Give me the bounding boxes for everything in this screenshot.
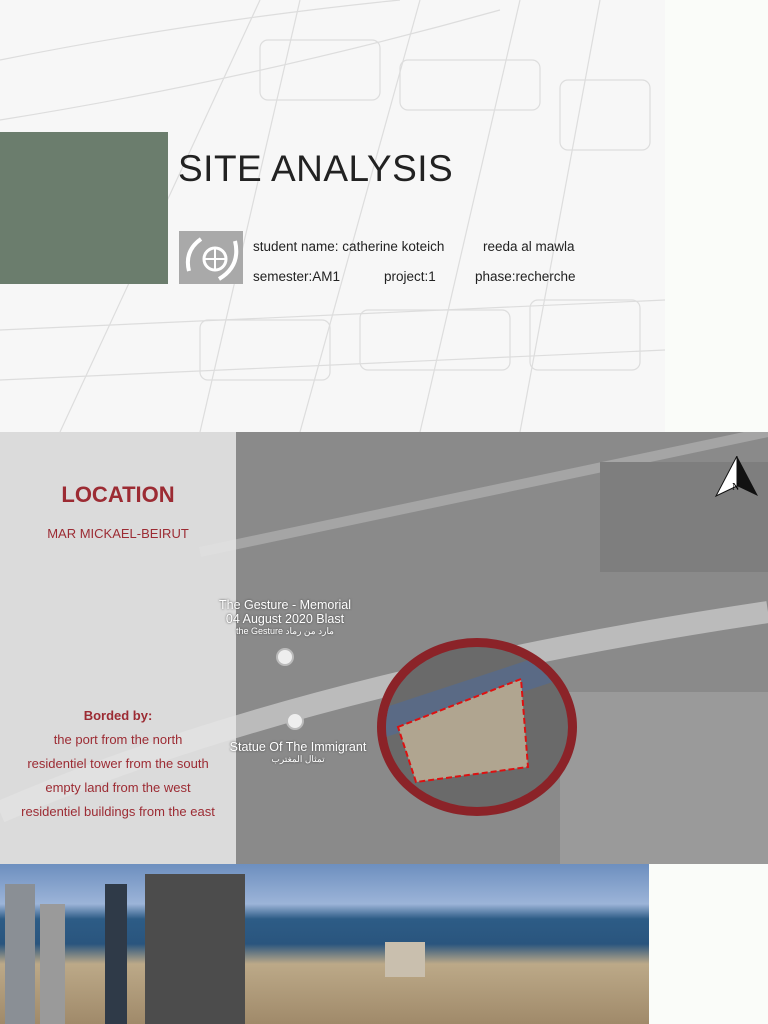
site-highlight-circle	[377, 638, 577, 816]
statue-pin-icon[interactable]	[286, 712, 304, 730]
north-label: N	[732, 482, 740, 493]
poi-gesture-sub: the Gesture مارد من رماد	[235, 626, 335, 636]
phase: phase:recherche	[475, 269, 576, 284]
beirut-port-photo	[0, 864, 649, 1024]
north-arrow-icon: N	[714, 455, 760, 500]
title-accent-block	[0, 132, 168, 284]
location-heading: LOCATION	[61, 482, 175, 507]
border-north: the port from the north	[53, 732, 183, 747]
project: project:1	[384, 269, 436, 284]
student-name: student name: catherine koteich	[253, 239, 445, 254]
location-area: MAR MICKAEL-BEIRUT	[47, 526, 189, 541]
right-margin	[665, 0, 768, 432]
border-south: residentiel tower from the south	[27, 756, 209, 771]
poi-gesture-line1: The Gesture - Memorial	[219, 598, 351, 612]
poi-gesture-line2: 04 August 2020 Blast	[225, 612, 345, 626]
school-logo	[179, 231, 243, 284]
right-margin-bottom	[649, 864, 768, 1024]
semester: semester:AM1	[253, 269, 341, 284]
poi-statue: Statue Of The Immigrant	[229, 740, 367, 754]
page-title: SITE ANALYSIS	[178, 148, 454, 189]
border-west: empty land from the west	[45, 780, 191, 795]
border-east: residentiel buildings from the east	[21, 804, 215, 819]
site-aerial-map: LOCATION MAR MICKAEL-BEIRUT Borded by: t…	[0, 432, 768, 864]
borded-heading: Borded by:	[83, 708, 153, 723]
poi-statue-sub: تمثال المغترب	[271, 754, 325, 764]
partner-name: reeda al mawla	[483, 239, 575, 254]
museum-pin-icon[interactable]	[276, 648, 294, 666]
